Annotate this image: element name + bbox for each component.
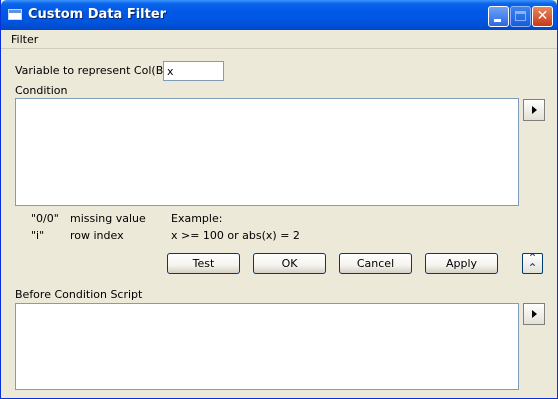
apply-button[interactable]: Apply [425,253,498,274]
condition-insert-button[interactable] [523,99,545,121]
ok-button[interactable]: OK [253,253,326,274]
variable-label: Variable to represent Col(B) [15,64,168,77]
double-chevron-up-icon: ⌃ ⌃ [527,251,538,275]
legend-code-row-index: "i" [31,229,45,242]
minimize-icon [494,19,501,22]
legend-desc-row-index: row index [70,229,124,242]
legend-desc-missing: missing value [70,212,146,225]
example-label: Example: [171,212,223,225]
before-script-insert-button[interactable] [523,303,545,325]
window-icon [8,9,22,20]
menu-bar: Filter [1,30,557,49]
condition-textarea[interactable] [15,98,519,206]
title-bar[interactable]: Custom Data Filter ✕ [1,0,557,30]
custom-data-filter-dialog: Custom Data Filter ✕ Filter Variable to … [0,0,558,399]
cancel-button[interactable]: Cancel [339,253,412,274]
arrow-right-icon [532,310,537,318]
close-icon: ✕ [536,8,549,24]
close-button[interactable]: ✕ [532,6,553,27]
maximize-button [510,6,531,27]
before-script-label: Before Condition Script [15,288,143,301]
minimize-button[interactable] [488,6,509,27]
variable-input[interactable] [163,61,224,81]
arrow-right-icon [532,106,537,114]
legend-code-missing: "0/0" [31,212,59,225]
menu-filter[interactable]: Filter [11,33,38,46]
before-script-textarea[interactable] [15,303,519,390]
condition-label: Condition [15,84,68,97]
example-text: x >= 100 or abs(x) = 2 [171,229,300,242]
collapse-button[interactable]: ⌃ ⌃ [522,251,543,275]
test-button[interactable]: Test [167,253,240,274]
maximize-icon [515,11,526,21]
window-title: Custom Data Filter [28,7,167,22]
